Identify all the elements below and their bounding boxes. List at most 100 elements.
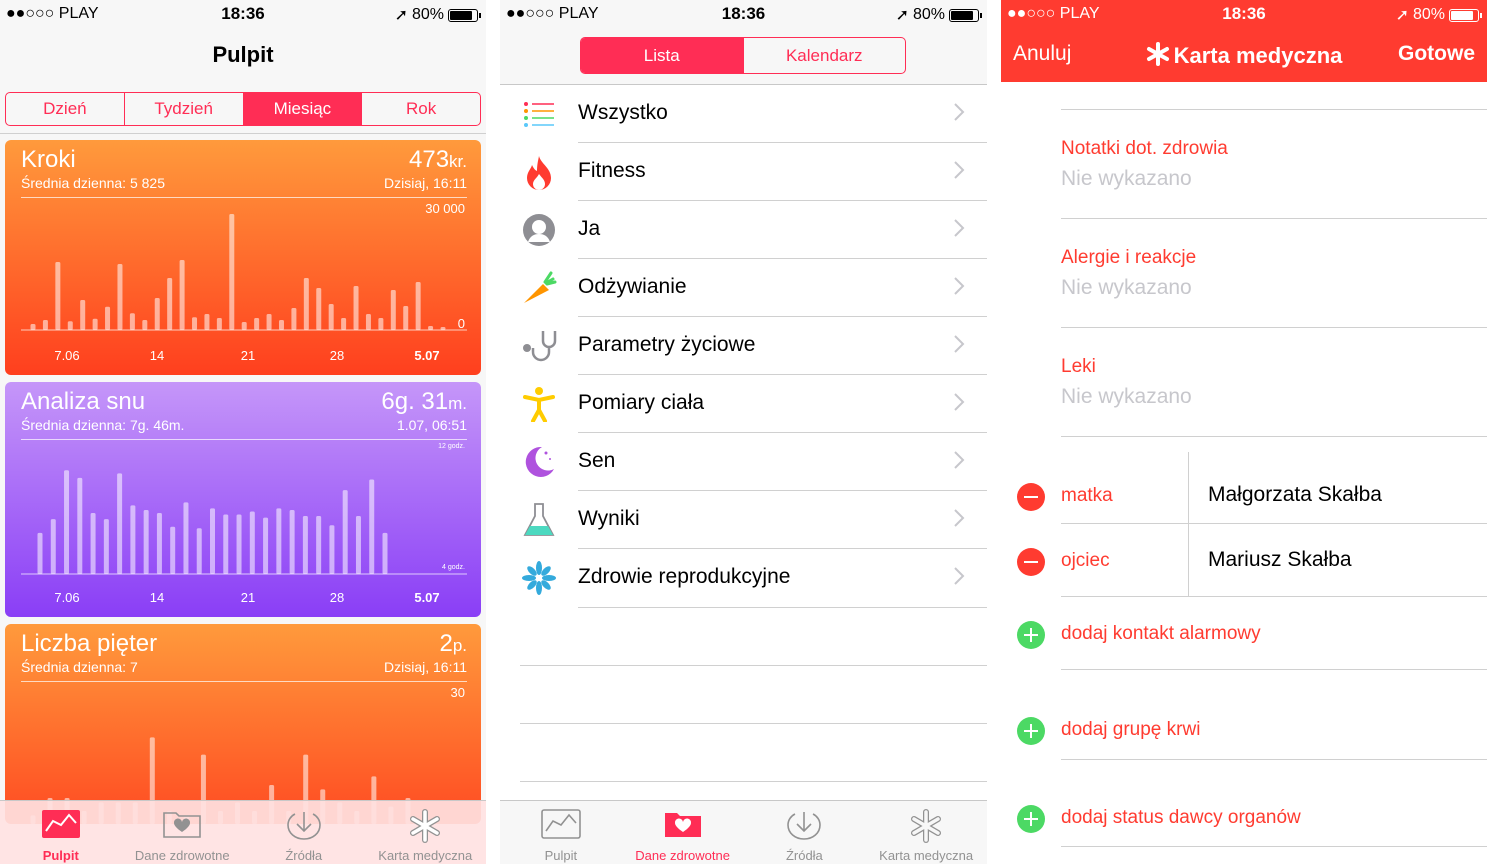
chart-bar [42,320,48,330]
list-item-label: Sen [578,449,616,472]
list-item-sen[interactable]: Sen [500,433,987,491]
segment-week[interactable]: Tydzień [125,93,244,125]
tab-health-data[interactable]: Dane zdrowotne [122,801,244,864]
x-tick-label: 21 [240,590,256,605]
tab-sources[interactable]: Źródła [243,801,365,864]
location-arrow-icon: ➚ [1395,7,1409,24]
list-item-fitness[interactable]: Fitness [500,143,987,201]
chevron-right-icon [954,393,965,411]
segment-calendar[interactable]: Kalendarz [744,38,906,73]
card-timestamp: 1.07, 06:51 [396,417,467,433]
chart-bar [428,326,434,330]
steps-card[interactable]: Kroki Średnia dzienna: 5 825 473kr. Dzis… [5,140,481,375]
battery-percent: 80% [912,6,945,23]
list-item-wszystko[interactable]: Wszystko [500,85,987,143]
tab-label: Źródła [285,848,323,863]
chart-bar [289,509,295,574]
battery-icon [949,8,982,22]
list-item-parametry[interactable]: Parametry życiowe [500,317,987,375]
add-organ-donor-label[interactable]: dodaj status dawcy organów [1061,807,1301,829]
chart-bar [196,528,202,574]
chart-bar [229,214,235,330]
floors-card[interactable]: Liczba pięter Średnia dzienna: 7 2p. Dzi… [5,624,481,824]
chart-bar [30,324,36,330]
add-contact-button[interactable] [1017,621,1045,649]
battery-indicator: ➚ 80% [1395,5,1482,25]
chart-bar [382,532,388,574]
tab-medical-id[interactable]: Karta medyczna [865,801,987,864]
health-data-screen: ●●○○○ PLAY 18:36 ➚ 80% Lista Kalendarz W… [500,0,987,864]
done-button[interactable]: Gotowe [1398,42,1475,66]
card-title: Kroki [21,146,76,173]
chart-bar [316,516,322,574]
person-icon [521,212,557,248]
chart-bar [90,513,96,574]
row-separator [578,607,987,608]
contact-name[interactable]: Mariusz Skałba [1208,548,1352,572]
row-separator [1061,523,1487,524]
chart-bar [192,317,198,330]
list-item-wyniki[interactable]: Wyniki [500,491,987,549]
x-tick-label: 5.07 [414,348,440,363]
dashboard-icon [41,810,80,838]
add-contact-label[interactable]: dodaj kontakt alarmowy [1061,623,1261,645]
tab-label: Pulpit [544,848,578,863]
tab-sources[interactable]: Źródła [744,801,866,864]
list-item-label: Pomiary ciała [578,391,705,414]
chart-bar [291,308,297,330]
health-notes-value[interactable]: Nie wykazano [1061,167,1192,191]
card-subtitle: Średnia dzienna: 7g. 46m. [21,417,185,433]
row-separator [1061,669,1487,670]
chart-bar [328,304,334,330]
row-separator [578,490,987,491]
row-separator [1061,436,1487,437]
medical-id-icon [911,809,942,843]
chart-bar [440,327,446,330]
medications-value[interactable]: Nie wykazano [1061,385,1192,409]
tab-dashboard[interactable]: Pulpit [500,801,622,864]
chevron-right-icon [954,567,965,585]
battery-indicator: ➚ 80% [896,5,982,25]
chart-bar [154,298,160,330]
minus-icon [1024,560,1038,564]
list-item-label: Zdrowie reprodukcyjne [578,565,791,588]
segment-list[interactable]: Lista [581,38,744,73]
sources-icon [286,812,321,840]
allergies-value[interactable]: Nie wykazano [1061,276,1192,300]
contact-name[interactable]: Małgorzata Skałba [1208,483,1382,507]
tab-label: Karta medyczna [879,848,974,863]
list-item-label: Parametry życiowe [578,333,756,356]
add-blood-type-button[interactable] [1017,717,1045,745]
row-separator [1061,109,1487,110]
tab-health-data[interactable]: Dane zdrowotne [622,801,744,864]
add-organ-donor-button[interactable] [1017,805,1045,833]
list-item-pomiary[interactable]: Pomiary ciała [500,375,987,433]
card-divider [21,439,467,440]
add-blood-type-label[interactable]: dodaj grupę krwi [1061,719,1200,741]
x-tick-label: 21 [240,348,256,363]
list-item-label: Wyniki [578,507,640,530]
chart-bar [378,318,384,330]
chart-bar [216,318,222,330]
row-separator [520,665,987,666]
contact-relation[interactable]: matka [1061,485,1113,507]
y-max-label: 12 godz. [438,443,465,450]
x-tick-label: 28 [329,348,345,363]
segment-year[interactable]: Rok [362,93,480,125]
chevron-right-icon [954,103,965,121]
chart-bar [117,473,123,574]
battery-icon [448,8,481,22]
list-item-odzywianie[interactable]: Odżywianie [500,259,987,317]
segment-month[interactable]: Miesiąc [243,93,363,125]
list-item-reprodukcyjne[interactable]: Zdrowie reprodukcyjne [500,549,987,607]
remove-contact-button[interactable] [1017,548,1045,576]
tab-dashboard[interactable]: Pulpit [0,801,122,864]
remove-contact-button[interactable] [1017,483,1045,511]
list-item-label: Fitness [578,159,646,182]
tab-medical-id[interactable]: Karta medyczna [365,801,487,864]
list-item-ja[interactable]: Ja [500,201,987,259]
x-tick-label: 5.07 [414,590,440,605]
sleep-card[interactable]: Analiza snu Średnia dzienna: 7g. 46m. 6g… [5,382,481,617]
segment-day[interactable]: Dzień [6,93,125,125]
contact-relation[interactable]: ojciec [1061,550,1110,572]
